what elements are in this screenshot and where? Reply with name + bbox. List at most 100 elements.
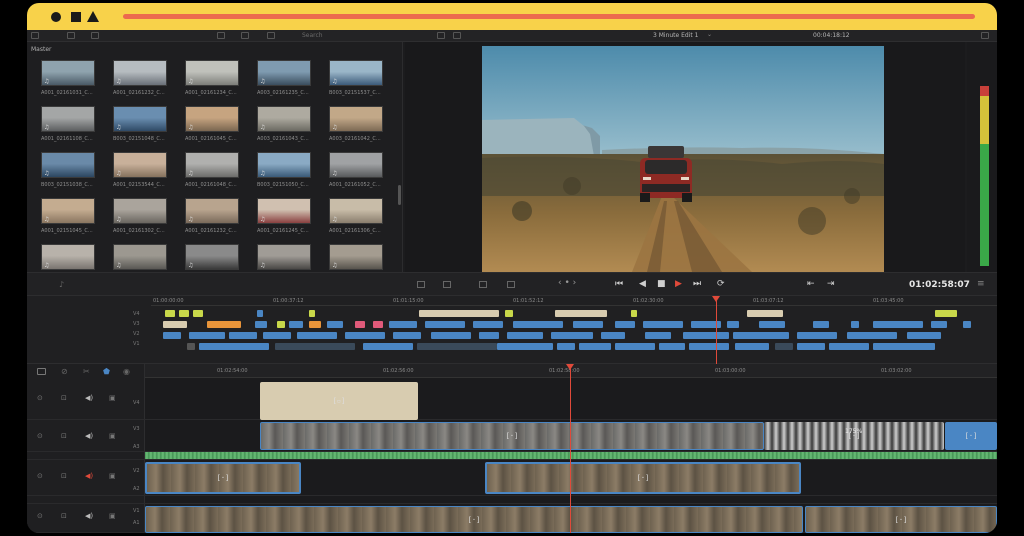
overview-clip[interactable]	[189, 332, 225, 339]
camera-icon[interactable]	[37, 368, 46, 375]
media-clip-thumbnail[interactable]: ♫ A001_02161232_C...	[185, 198, 239, 238]
menu-icon[interactable]: ≡	[977, 279, 989, 291]
media-clip-thumbnail[interactable]: ♫ A001_02161108_C...	[41, 106, 95, 146]
playhead[interactable]	[570, 364, 571, 533]
overview-clip[interactable]	[389, 321, 417, 328]
media-clip-thumbnail[interactable]: ♫ A001_02161045_C...	[185, 106, 239, 146]
sort-icon[interactable]	[67, 32, 75, 39]
overview-clip[interactable]	[505, 310, 513, 317]
dynamic-zoom-icon[interactable]	[479, 281, 487, 288]
overview-clip[interactable]	[257, 310, 263, 317]
overview-clip[interactable]	[277, 321, 285, 328]
overview-clip[interactable]	[615, 321, 635, 328]
overview-clip[interactable]	[797, 343, 825, 350]
media-clip-thumbnail[interactable]: ♫ A001_02161048_C...	[185, 152, 239, 192]
overview-clip[interactable]	[165, 310, 175, 317]
jog-icon[interactable]: ‹ • ›	[558, 278, 576, 288]
overview-clip[interactable]	[615, 343, 655, 350]
square-icon[interactable]	[71, 12, 81, 22]
next-clip-icon[interactable]: ⇥	[827, 279, 839, 291]
media-clip-thumbnail[interactable]: ♫ A001_02161245_C...	[257, 198, 311, 238]
thumbnail-view-icon[interactable]	[217, 32, 225, 39]
video-clip-v1[interactable]: [·]	[145, 506, 803, 533]
overview-clip[interactable]	[393, 332, 421, 339]
address-bar[interactable]	[123, 14, 975, 19]
overview-clip[interactable]	[659, 343, 685, 350]
track-auto-select-icon[interactable]: ⊡	[61, 512, 67, 520]
overview-clip[interactable]	[873, 321, 923, 328]
search-icon[interactable]	[267, 32, 275, 39]
overview-clip[interactable]	[813, 321, 829, 328]
media-clip-thumbnail[interactable]: ♫ A001_02151045_C...	[41, 198, 95, 238]
overview-clip[interactable]	[199, 343, 269, 350]
overview-clip[interactable]	[431, 332, 471, 339]
audio-waveform-a3[interactable]	[145, 452, 997, 459]
track-lock-icon[interactable]: ⊙	[37, 432, 43, 440]
speaker-icon[interactable]: ◀)	[85, 432, 93, 440]
overview-clip[interactable]	[309, 310, 315, 317]
media-clip-thumbnail[interactable]: ♫ A001_02161232_C...	[113, 60, 167, 100]
triangle-icon[interactable]	[87, 11, 99, 22]
crop-icon[interactable]	[443, 281, 451, 288]
chevron-down-icon[interactable]: ⌄	[707, 31, 712, 38]
overview-clip[interactable]	[935, 310, 957, 317]
video-clip-v2-b[interactable]: [·]	[485, 462, 801, 494]
overview-clip[interactable]	[193, 310, 203, 317]
overview-clip[interactable]	[425, 321, 465, 328]
media-clip-thumbnail[interactable]: ♫ A001_02161234_C...	[185, 60, 239, 100]
overview-clip[interactable]	[735, 343, 769, 350]
overview-clip[interactable]	[479, 332, 499, 339]
overview-clip[interactable]	[263, 332, 291, 339]
video-clip-v1-b[interactable]: [·]	[805, 506, 997, 533]
speaker-icon[interactable]: ◀)	[85, 394, 93, 402]
overview-clip[interactable]	[497, 343, 553, 350]
overview-clip[interactable]	[179, 310, 189, 317]
playhead-handle[interactable]	[566, 364, 574, 370]
overview-clip[interactable]	[873, 343, 935, 350]
track-lock-icon[interactable]: ⊙	[37, 472, 43, 480]
overview-clip[interactable]	[643, 321, 683, 328]
more-options-icon[interactable]	[981, 32, 989, 39]
overview-clip[interactable]	[417, 343, 497, 350]
close-circle-icon[interactable]	[51, 12, 61, 22]
eye-icon[interactable]: ◉	[123, 367, 130, 376]
track-auto-select-icon[interactable]: ⊡	[61, 472, 67, 480]
video-clip-v2[interactable]: [·]	[145, 462, 301, 494]
overview-clip[interactable]	[507, 332, 543, 339]
media-clip-thumbnail[interactable]: ♫ B003_02151048_C...	[113, 106, 167, 146]
overview-clip[interactable]	[931, 321, 947, 328]
overview-clip[interactable]	[163, 332, 181, 339]
speaker-icon[interactable]: ◀)	[85, 472, 93, 480]
overview-clip[interactable]	[683, 332, 729, 339]
overview-clip[interactable]	[373, 321, 383, 328]
overview-clip[interactable]	[631, 310, 637, 317]
track-toggle-icon[interactable]: ▣	[109, 472, 116, 480]
transform-icon[interactable]	[417, 281, 425, 288]
overview-clip[interactable]	[309, 321, 321, 328]
title-clip-v4[interactable]: [▫]	[260, 382, 418, 420]
overview-clip[interactable]	[163, 321, 187, 328]
audio-icon[interactable]: ♪	[59, 280, 64, 289]
overview-clip[interactable]	[297, 332, 337, 339]
overview-clip[interactable]	[187, 343, 195, 350]
list-view-icon[interactable]	[91, 32, 99, 39]
media-clip-thumbnail[interactable]: ♫ A001_02153544_C...	[113, 152, 167, 192]
overview-clip[interactable]	[363, 343, 413, 350]
track-auto-select-icon[interactable]: ⊡	[61, 394, 67, 402]
track-lock-icon[interactable]: ⊙	[37, 512, 43, 520]
overview-clip[interactable]	[797, 332, 837, 339]
media-clip-thumbnail[interactable]: ♫ B003_02151537_C...	[329, 60, 383, 100]
overview-clip[interactable]	[727, 321, 739, 328]
play-reverse-icon[interactable]: ◀	[639, 279, 651, 291]
media-clip-thumbnail[interactable]: ♫ A001_02161031_C...	[41, 60, 95, 100]
overview-clip[interactable]	[601, 332, 625, 339]
viewer-mode-icon[interactable]	[437, 32, 445, 39]
grid-view-icon[interactable]	[241, 32, 249, 39]
media-clip-thumbnail[interactable]: ♫ A003_02161235_C...	[257, 60, 311, 100]
overview-clip[interactable]	[355, 321, 365, 328]
go-to-end-icon[interactable]: ⏭	[693, 279, 705, 291]
overview-clip[interactable]	[775, 343, 793, 350]
prev-clip-icon[interactable]: ⇤	[807, 279, 819, 291]
overview-clip[interactable]	[573, 321, 603, 328]
go-to-start-icon[interactable]: ⏮	[615, 279, 627, 291]
